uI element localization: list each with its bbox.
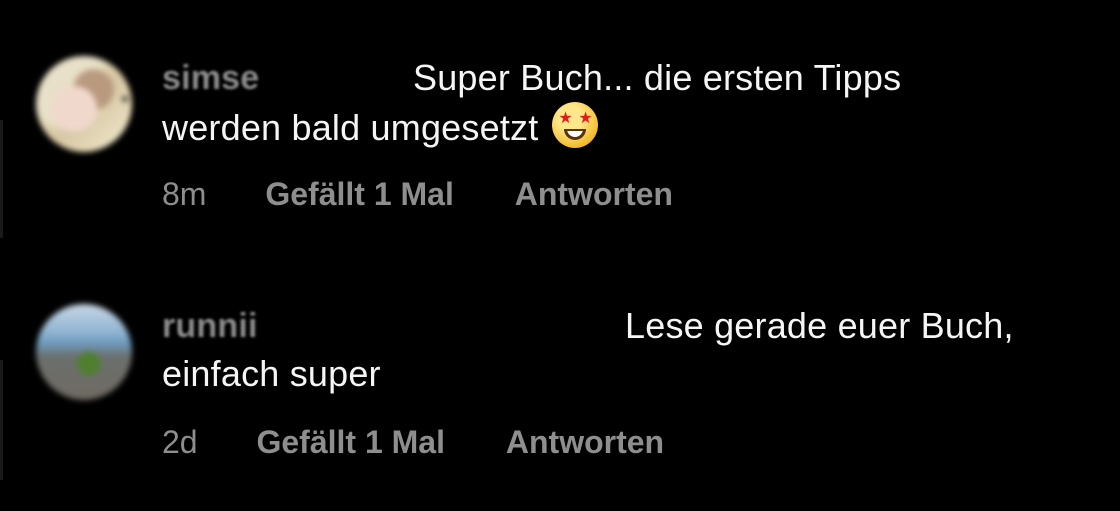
comment-time: 2d [162,424,198,460]
reply-button[interactable]: Antworten [506,424,664,461]
comment-item: runnii Lese gerade euer Buch, einfach su… [0,0,1120,511]
username[interactable]: runnii [162,302,258,350]
comment-text-line1: Lese gerade euer Buch, [625,305,1014,346]
comment-meta: 2d Gefällt 1 Mal Antworten [162,424,664,461]
likes-button[interactable]: Gefällt 1 Mal [256,424,445,461]
comment-body: runnii Lese gerade euer Buch, einfach su… [162,302,1013,398]
avatar[interactable] [36,304,132,400]
comment-text-line2: einfach super [162,353,381,394]
